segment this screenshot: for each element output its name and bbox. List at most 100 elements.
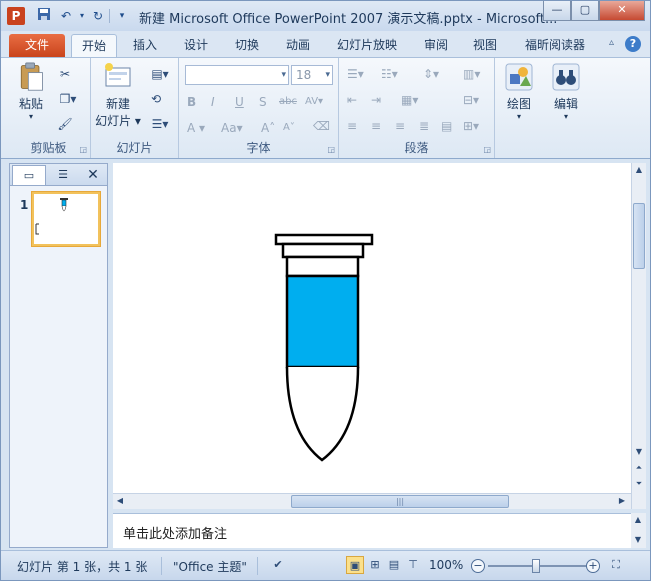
slide-canvas[interactable] xyxy=(113,163,631,493)
editing-button[interactable]: 编辑 ▾ xyxy=(545,62,587,121)
new-slide-label-1: 新建 xyxy=(105,97,130,111)
vertical-scroll-thumb[interactable] xyxy=(633,203,645,269)
notes-scrollbar[interactable]: ▲ ▼ xyxy=(631,513,646,548)
slide-sorter-icon[interactable]: ⊞ xyxy=(366,556,384,574)
decrease-indent-icon[interactable]: ⇤ xyxy=(347,92,357,108)
section-icon[interactable]: ☰▾ xyxy=(147,116,173,132)
numbering-icon[interactable]: ☷▾ xyxy=(381,66,398,82)
copy-icon[interactable]: ❐▾ xyxy=(57,91,79,107)
strikethrough-icon[interactable]: abc xyxy=(279,94,297,110)
font-launcher-icon[interactable]: ◲ xyxy=(327,145,335,154)
powerpoint-app-icon[interactable]: P xyxy=(7,7,25,25)
notes-scroll-down-icon[interactable]: ▼ xyxy=(631,535,645,544)
reading-view-icon[interactable]: ▤ xyxy=(385,556,403,574)
font-color-icon[interactable]: A ▾ xyxy=(187,120,205,136)
minimize-ribbon-icon[interactable]: ▵ xyxy=(609,37,614,48)
notes-scroll-up-icon[interactable]: ▲ xyxy=(631,515,645,524)
tab-animations[interactable]: 动画 xyxy=(276,34,320,57)
drawing-label: 绘图 xyxy=(506,97,531,111)
layout-icon[interactable]: ▤▾ xyxy=(147,66,173,82)
horizontal-scrollbar[interactable]: ◀ ||| ▶ xyxy=(113,493,631,509)
clipboard-launcher-icon[interactable]: ◲ xyxy=(79,145,87,154)
paste-button[interactable]: 粘贴 ▾ xyxy=(11,62,51,121)
scroll-right-icon[interactable]: ▶ xyxy=(615,496,629,505)
zoom-slider-thumb[interactable] xyxy=(532,559,540,573)
reset-icon[interactable]: ⟲ xyxy=(147,91,165,107)
maximize-button[interactable]: ▢ xyxy=(571,1,599,21)
group-clipboard: 粘贴 ▾ ✂ ❐▾ 🖌 剪贴板 ◲ xyxy=(7,58,91,158)
group-drawing: 绘图 ▾ xyxy=(495,58,541,158)
spell-check-icon[interactable]: ✔ xyxy=(269,556,287,574)
bold-icon[interactable]: B xyxy=(187,94,196,110)
font-name-combo[interactable]: ▾ xyxy=(185,65,289,85)
paragraph-launcher-icon[interactable]: ◲ xyxy=(483,145,491,154)
new-slide-button[interactable]: 新建 幻灯片 ▾ xyxy=(95,62,141,129)
align-text-icon[interactable]: ⊟▾ xyxy=(463,92,479,108)
slideshow-icon[interactable]: ⊤ xyxy=(404,556,422,574)
slide-thumbnail[interactable] xyxy=(31,191,101,247)
tab-transitions[interactable]: 切换 xyxy=(225,34,269,57)
scroll-up-icon[interactable]: ▲ xyxy=(632,165,646,174)
shadow-icon[interactable]: S xyxy=(259,94,267,110)
tab-foxit-reader[interactable]: 福昕阅读器 xyxy=(517,34,593,57)
normal-view-icon[interactable]: ▣ xyxy=(346,556,364,574)
align-center-icon[interactable]: ≡ xyxy=(371,118,381,134)
customize-qat-icon[interactable]: ▾ xyxy=(113,7,131,25)
redo-icon[interactable]: ↻ xyxy=(89,7,107,25)
justify-icon[interactable]: ≣ xyxy=(419,118,429,134)
notes-pane[interactable]: 单击此处添加备注 xyxy=(113,513,631,548)
underline-icon[interactable]: U xyxy=(235,94,244,110)
title-bar: P ↶ ▾ ↻ ▾ 新建 Microsoft Office PowerPoint… xyxy=(1,1,650,31)
distributed-icon[interactable]: ▤ xyxy=(441,118,452,134)
tab-outline[interactable]: ☰ xyxy=(46,165,80,185)
format-painter-icon[interactable]: 🖌 xyxy=(57,116,73,132)
zoom-out-icon[interactable]: − xyxy=(471,559,485,573)
close-panel-icon[interactable]: ✕ xyxy=(82,165,104,185)
tab-slideshow[interactable]: 幻灯片放映 xyxy=(331,34,403,57)
char-spacing-icon[interactable]: AV▾ xyxy=(305,94,323,110)
tab-slides[interactable]: ▭ xyxy=(12,165,46,185)
increase-indent-icon[interactable]: ⇥ xyxy=(371,92,381,108)
tab-home[interactable]: 开始 xyxy=(71,34,117,57)
smartart-icon[interactable]: ⊞▾ xyxy=(463,118,479,134)
columns-icon[interactable]: ▥▾ xyxy=(463,66,480,82)
vertical-scrollbar[interactable]: ▲ ▼ ⏶ ⏷ xyxy=(631,163,646,509)
text-direction-icon[interactable]: ▦▾ xyxy=(401,92,418,108)
grow-font-icon[interactable]: A˄ xyxy=(261,120,275,136)
zoom-level[interactable]: 100% xyxy=(429,558,463,572)
ribbon-home: 粘贴 ▾ ✂ ❐▾ 🖌 剪贴板 ◲ 新建 幻灯片 ▾ ▤▾ ⟲ ☰▾ 幻灯片 ▾… xyxy=(1,57,650,159)
horizontal-scroll-thumb[interactable]: ||| xyxy=(291,495,509,508)
tab-design[interactable]: 设计 xyxy=(174,34,218,57)
italic-icon[interactable]: I xyxy=(211,94,215,110)
help-icon[interactable]: ? xyxy=(625,36,641,52)
previous-slide-icon[interactable]: ⏶ xyxy=(632,463,646,473)
font-size-combo[interactable]: 18 ▾ xyxy=(291,65,333,85)
font-name-dropdown-icon: ▾ xyxy=(281,70,286,80)
save-icon[interactable] xyxy=(35,7,53,25)
slides-panel: ▭ ☰ ✕ 1 xyxy=(9,163,108,548)
tab-file[interactable]: 文件 xyxy=(9,34,65,57)
scroll-down-icon[interactable]: ▼ xyxy=(632,447,646,456)
window-title: 新建 Microsoft Office PowerPoint 2007 演示文稿… xyxy=(139,12,558,27)
tab-review[interactable]: 审阅 xyxy=(414,34,458,57)
next-slide-icon[interactable]: ⏷ xyxy=(632,479,646,489)
line-spacing-icon[interactable]: ⇕▾ xyxy=(423,66,439,82)
align-left-icon[interactable]: ≡ xyxy=(347,118,357,134)
fit-to-window-icon[interactable]: ⛶ xyxy=(607,556,625,574)
notes-placeholder[interactable]: 单击此处添加备注 xyxy=(123,523,227,542)
tab-insert[interactable]: 插入 xyxy=(123,34,167,57)
bullets-icon[interactable]: ☰▾ xyxy=(347,66,364,82)
tab-view[interactable]: 视图 xyxy=(463,34,507,57)
minimize-button[interactable]: — xyxy=(543,1,571,21)
change-case-icon[interactable]: Aa▾ xyxy=(221,120,243,136)
powerpoint-window: P ↶ ▾ ↻ ▾ 新建 Microsoft Office PowerPoint… xyxy=(0,0,651,581)
zoom-in-icon[interactable]: + xyxy=(586,559,600,573)
align-right-icon[interactable]: ≡ xyxy=(395,118,405,134)
drawing-button[interactable]: 绘图 ▾ xyxy=(499,62,539,121)
close-button[interactable]: ✕ xyxy=(599,1,645,21)
clear-formatting-icon[interactable]: ⌫ xyxy=(313,118,330,134)
cut-icon[interactable]: ✂ xyxy=(57,66,73,82)
shrink-font-icon[interactable]: A˅ xyxy=(283,120,295,136)
scroll-left-icon[interactable]: ◀ xyxy=(113,496,127,505)
theme-name[interactable]: "Office 主题" xyxy=(173,558,247,575)
